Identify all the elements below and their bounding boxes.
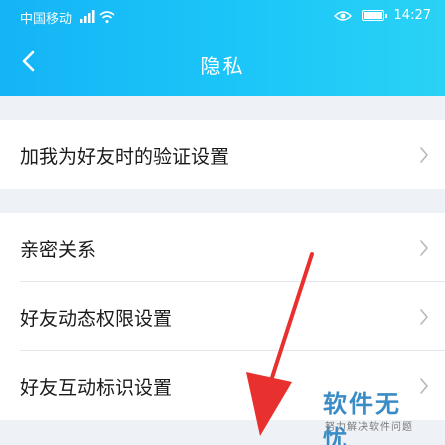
watermark-subtitle: 努力解决软件问题 [325,422,413,433]
red-arrow-annotation [246,252,314,436]
nav-bar: 隐私 [0,32,445,96]
chevron-right-icon [420,309,428,325]
list-item-feed-permission[interactable]: 好友动态权限设置 [0,282,445,351]
page-title: 隐私 [200,54,245,78]
list-item-intimate-relation[interactable]: 亲密关系 [0,213,445,282]
chevron-right-icon [420,240,428,256]
watermark-logo: 软件无忧 努力解决软件问题 [323,384,435,445]
chevron-right-icon [420,147,428,163]
list-item-label: 加我为好友时的验证设置 [20,146,230,168]
eye-icon [333,10,352,21]
list-item-friend-verification[interactable]: 加我为好友时的验证设置 [0,120,445,189]
settings-group-verification: 加我为好友时的验证设置 [0,120,445,189]
carrier-label: 中国移动 [20,12,73,27]
list-item-label: 亲密关系 [20,239,97,261]
status-bar: 中国移动 14:27 [0,0,445,32]
watermark-title: 软件无忧 [323,390,401,445]
header: 中国移动 14:27 隐私 [0,0,445,96]
battery-icon [361,10,387,21]
status-right: 14:27 [333,8,431,23]
signal-icon [80,10,115,23]
status-time: 14:27 [393,8,431,23]
list-item-label: 好友互动标识设置 [20,377,173,399]
list-item-label: 好友动态权限设置 [20,308,173,330]
